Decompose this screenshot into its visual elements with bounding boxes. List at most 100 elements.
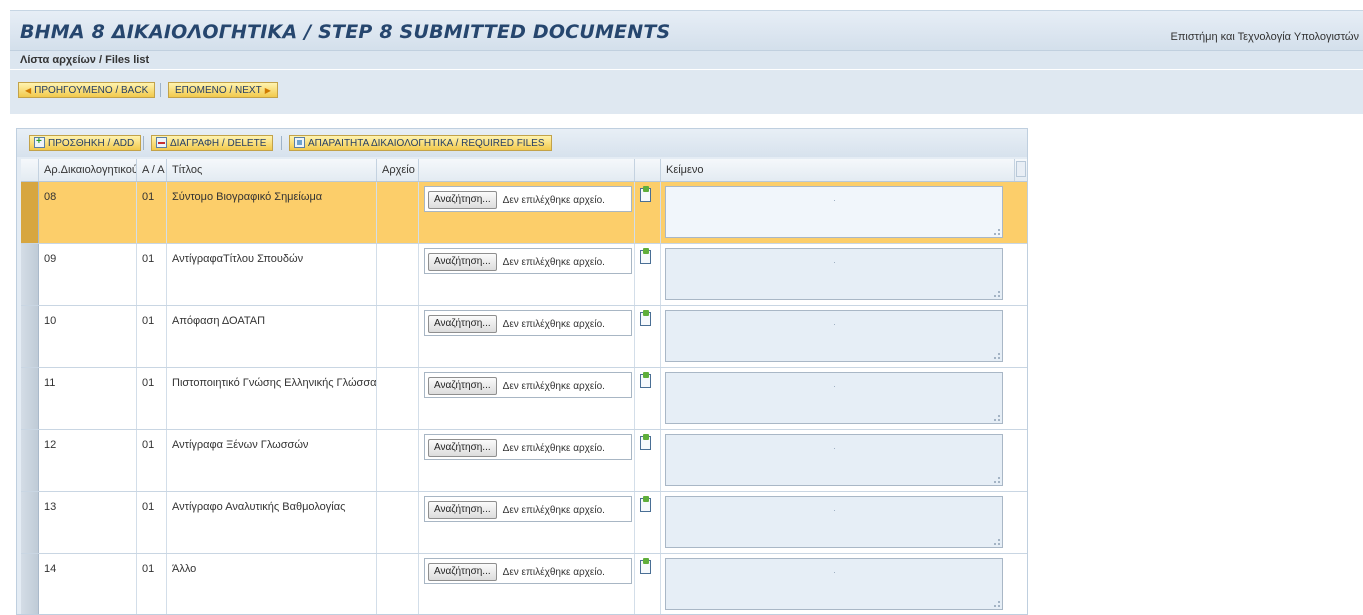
- column-text[interactable]: Κείμενο: [661, 159, 1015, 181]
- required-files-button[interactable]: ΑΠΑΡΑΙΤΗΤΑ ΔΙΚΑΙΟΛΟΓΗΤΙΚΑ / REQUIRED FIL…: [289, 135, 552, 151]
- attach-file-icon[interactable]: [640, 558, 651, 574]
- column-doc-no[interactable]: Αρ.Δικαιολογητικού: [39, 159, 137, 181]
- browse-button[interactable]: Αναζήτηση...: [428, 315, 497, 333]
- text-cell: [661, 368, 1015, 429]
- add-button-label: ΠΡΟΣΘΗΚΗ / ADD: [48, 138, 135, 149]
- add-button[interactable]: ΠΡΟΣΘΗΚΗ / ADD: [29, 134, 142, 151]
- title-cell: ΑντίγραφαΤίτλου Σπουδών: [167, 244, 377, 305]
- column-seq[interactable]: Α / Α: [137, 159, 167, 181]
- row-selector[interactable]: [21, 182, 39, 243]
- doc-no-cell: 09: [39, 244, 137, 305]
- seq-cell: 01: [137, 306, 167, 367]
- text-area[interactable]: [665, 434, 1003, 486]
- seq-cell: 01: [137, 182, 167, 243]
- header-selector: [21, 159, 39, 181]
- file-input-control[interactable]: Αναζήτηση... Δεν επιλέχθηκε αρχείο.: [428, 314, 605, 334]
- text-area[interactable]: [665, 186, 1003, 238]
- back-arrow-icon: ◀: [25, 86, 32, 95]
- table-row[interactable]: 10 01 Απόφαση ΔΟΑΤΑΠ Αναζήτηση... Δεν επ…: [21, 306, 1027, 368]
- resize-grip-icon[interactable]: [994, 477, 1000, 483]
- doc-no-cell: 14: [39, 554, 137, 614]
- row-selector[interactable]: [21, 554, 39, 614]
- attach-file-icon[interactable]: [640, 372, 651, 388]
- seq-cell: 01: [137, 554, 167, 614]
- text-cell: [661, 430, 1015, 491]
- next-button[interactable]: ΕΠΟΜΕΝΟ / NEXT ▶: [168, 82, 278, 98]
- text-area[interactable]: [665, 372, 1003, 424]
- no-file-label: Δεν επιλέχθηκε αρχείο.: [502, 318, 605, 330]
- file-cell: [377, 244, 419, 305]
- next-arrow-icon: ▶: [264, 86, 271, 95]
- resize-grip-icon[interactable]: [994, 353, 1000, 359]
- row-selector[interactable]: [21, 492, 39, 553]
- resize-grip-icon[interactable]: [994, 601, 1000, 607]
- text-cell: [661, 554, 1015, 614]
- row-selector[interactable]: [21, 430, 39, 491]
- subtitle-bar: Λίστα αρχείων / Files list: [10, 50, 1363, 69]
- title-cell: Απόφαση ΔΟΑΤΑΠ: [167, 306, 377, 367]
- file-input-control[interactable]: Αναζήτηση... Δεν επιλέχθηκε αρχείο.: [428, 376, 605, 396]
- file-input-control[interactable]: Αναζήτηση... Δεν επιλέχθηκε αρχείο.: [428, 562, 605, 582]
- page-header: ΒΗΜΑ 8 ΔΙΚΑΙΟΛΟΓΗΤΙΚΑ / STEP 8 SUBMITTED…: [10, 10, 1363, 51]
- doc-no-cell: 11: [39, 368, 137, 429]
- text-cell: [661, 306, 1015, 367]
- delete-button-label: ΔΙΑΓΡΑΦΗ / DELETE: [170, 138, 267, 149]
- attach-file-icon[interactable]: [640, 434, 651, 450]
- seq-cell: 01: [137, 430, 167, 491]
- text-area[interactable]: [665, 558, 1003, 610]
- doc-no-cell: 12: [39, 430, 137, 491]
- column-title[interactable]: Τίτλος: [167, 159, 377, 181]
- attach-file-icon[interactable]: [640, 310, 651, 326]
- browse-button[interactable]: Αναζήτηση...: [428, 191, 497, 209]
- file-input-control[interactable]: Αναζήτηση... Δεν επιλέχθηκε αρχείο.: [428, 500, 605, 520]
- resize-grip-icon[interactable]: [994, 291, 1000, 297]
- attach-file-icon[interactable]: [640, 496, 651, 512]
- row-selector[interactable]: [21, 306, 39, 367]
- attach-cell: [635, 554, 661, 614]
- resize-grip-icon[interactable]: [994, 539, 1000, 545]
- browse-button[interactable]: Αναζήτηση...: [428, 377, 497, 395]
- attach-file-icon[interactable]: [640, 248, 651, 264]
- scrollbar-button[interactable]: [1016, 161, 1026, 177]
- browse-button[interactable]: Αναζήτηση...: [428, 501, 497, 519]
- text-area[interactable]: [665, 310, 1003, 362]
- file-input-cell: Αναζήτηση... Δεν επιλέχθηκε αρχείο.: [419, 554, 635, 614]
- no-file-label: Δεν επιλέχθηκε αρχείο.: [502, 442, 605, 454]
- resize-grip-icon[interactable]: [994, 229, 1000, 235]
- table-row[interactable]: 14 01 Άλλο Αναζήτηση... Δεν επιλέχθηκε α…: [21, 554, 1027, 614]
- table-row[interactable]: 09 01 ΑντίγραφαΤίτλου Σπουδών Αναζήτηση.…: [21, 244, 1027, 306]
- add-document-icon: [34, 134, 45, 150]
- file-cell: [377, 182, 419, 243]
- delete-button[interactable]: ΔΙΑΓΡΑΦΗ / DELETE: [151, 135, 274, 151]
- attach-file-icon[interactable]: [640, 186, 651, 202]
- seq-cell: 01: [137, 244, 167, 305]
- title-cell: Αντίγραφα Ξένων Γλωσσών: [167, 430, 377, 491]
- no-file-label: Δεν επιλέχθηκε αρχείο.: [502, 504, 605, 516]
- browse-button[interactable]: Αναζήτηση...: [428, 439, 497, 457]
- text-area-placeholder-dot: [834, 510, 835, 511]
- browse-button[interactable]: Αναζήτηση...: [428, 253, 497, 271]
- file-input-control[interactable]: Αναζήτηση... Δεν επιλέχθηκε αρχείο.: [428, 190, 605, 210]
- seq-cell: 01: [137, 492, 167, 553]
- text-cell: [661, 492, 1015, 553]
- back-button[interactable]: ◀ ΠΡΟΗΓΟΥΜΕΝΟ / BACK: [18, 82, 156, 98]
- delete-document-icon: [156, 137, 167, 148]
- table-row[interactable]: 12 01 Αντίγραφα Ξένων Γλωσσών Αναζήτηση.…: [21, 430, 1027, 492]
- no-file-label: Δεν επιλέχθηκε αρχείο.: [502, 566, 605, 578]
- resize-grip-icon[interactable]: [994, 415, 1000, 421]
- row-selector[interactable]: [21, 244, 39, 305]
- back-button-label: ΠΡΟΗΓΟΥΜΕΝΟ / BACK: [34, 85, 149, 96]
- file-input-control[interactable]: Αναζήτηση... Δεν επιλέχθηκε αρχείο.: [428, 252, 605, 272]
- file-input-control[interactable]: Αναζήτηση... Δεν επιλέχθηκε αρχείο.: [428, 438, 605, 458]
- row-selector[interactable]: [21, 368, 39, 429]
- browse-button[interactable]: Αναζήτηση...: [428, 563, 497, 581]
- column-file[interactable]: Αρχείο: [377, 159, 419, 181]
- file-input-cell: Αναζήτηση... Δεν επιλέχθηκε αρχείο.: [419, 430, 635, 491]
- table-row[interactable]: 13 01 Αντίγραφο Αναλυτικής Βαθμολογίας Α…: [21, 492, 1027, 554]
- text-area[interactable]: [665, 496, 1003, 548]
- table-row[interactable]: 08 01 Σύντομο Βιογραφικό Σημείωμα Αναζήτ…: [21, 182, 1027, 244]
- title-cell: Σύντομο Βιογραφικό Σημείωμα: [167, 182, 377, 243]
- file-cell: [377, 492, 419, 553]
- table-row[interactable]: 11 01 Πιστοποιητικό Γνώσης Ελληνικής Γλώ…: [21, 368, 1027, 430]
- text-area[interactable]: [665, 248, 1003, 300]
